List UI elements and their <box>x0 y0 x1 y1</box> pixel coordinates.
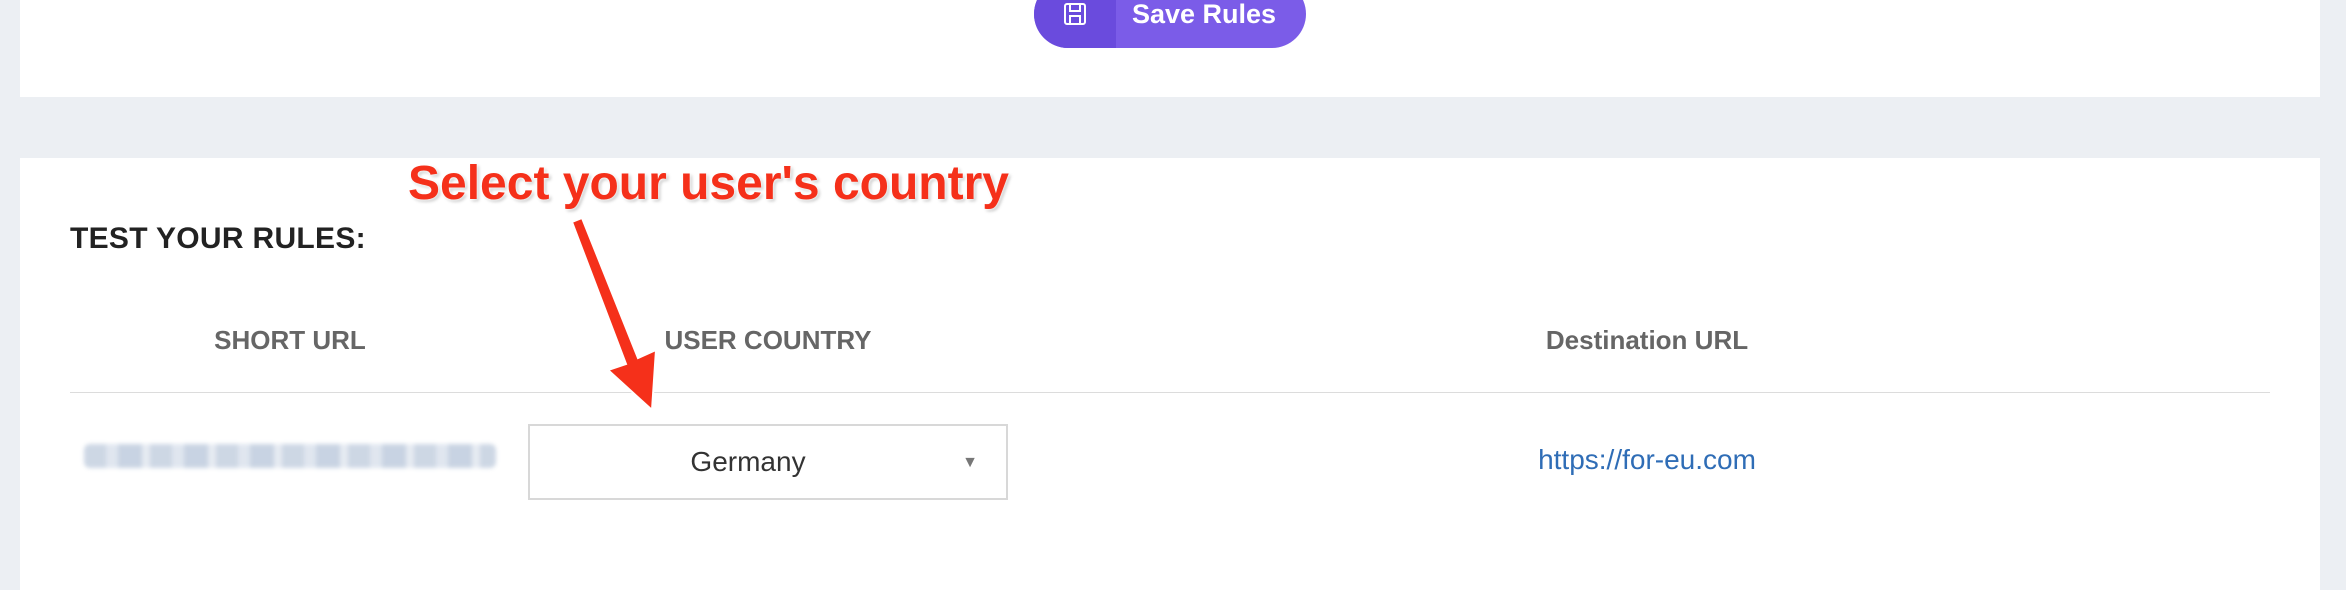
table-divider <box>70 392 2270 393</box>
user-country-select[interactable]: Germany ▼ <box>528 424 1008 500</box>
selected-country: Germany <box>690 446 806 477</box>
annotation-callout: Select your user's country <box>408 157 1009 210</box>
short-url-blurred <box>84 436 496 476</box>
column-header-short-url: SHORT URL <box>214 325 366 355</box>
save-rules-label: Save Rules <box>1131 0 1277 29</box>
destination-url-link[interactable]: https://for-eu.com <box>1350 444 1944 476</box>
section-title: TEST YOUR RULES: <box>70 222 366 255</box>
blurred-text <box>84 444 496 468</box>
annotation-arrow-icon <box>570 216 658 413</box>
dropdown-caret-icon: ▼ <box>962 454 978 471</box>
save-rules-button[interactable]: Save Rules <box>1034 0 1306 48</box>
floppy-disk-icon <box>1034 0 1116 48</box>
column-header-destination-url: Destination URL <box>1545 325 1749 355</box>
